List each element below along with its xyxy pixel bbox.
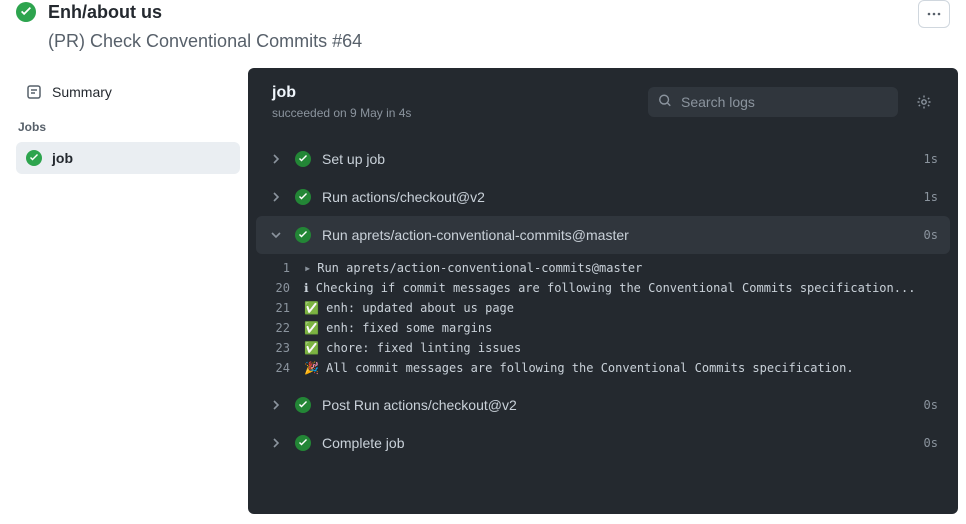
search-input[interactable] [648,87,898,117]
step-duration: 0s [924,398,938,412]
step-status-icon [294,434,312,452]
workflow-status-icon [16,2,36,25]
sidebar: Summary Jobs job [0,68,248,522]
chevron-right-icon [268,435,284,451]
line-number: 22 [268,318,290,338]
log-output: 1 ▸Run aprets/action-conventional-commit… [256,254,950,386]
line-number: 20 [268,278,290,298]
log-panel: job succeeded on 9 May in 4s Set up job … [248,68,958,514]
step-label: Run aprets/action-conventional-commits@m… [322,227,914,243]
line-number: 1 [268,258,290,278]
step-status-icon [294,188,312,206]
step-status-icon [294,396,312,414]
log-line[interactable]: 21 ✅ enh: updated about us page [268,298,938,318]
log-job-meta: succeeded on 9 May in 4s [272,106,636,120]
line-number: 23 [268,338,290,358]
step-row[interactable]: Set up job 1s [256,140,950,178]
main: Summary Jobs job job succeeded on 9 May … [0,68,966,522]
summary-icon [26,84,42,100]
step-label: Post Run actions/checkout@v2 [322,397,914,413]
step-status-icon [294,150,312,168]
line-number: 21 [268,298,290,318]
workflow-title[interactable]: Enh/about us [48,0,950,25]
step-duration: 1s [924,152,938,166]
log-panel-header: job succeeded on 9 May in 4s [248,68,958,140]
gear-icon [916,94,932,110]
step-row[interactable]: Run actions/checkout@v2 1s [256,178,950,216]
sidebar-jobs-heading: Jobs [16,108,240,142]
step-label: Run actions/checkout@v2 [322,189,914,205]
step-label: Set up job [322,151,914,167]
kebab-icon [926,6,942,22]
step-status-icon [294,226,312,244]
job-status-icon [26,150,42,166]
page-header: Enh/about us (PR) Check Conventional Com… [0,0,966,68]
log-line[interactable]: 1 ▸Run aprets/action-conventional-commit… [268,258,938,278]
line-text: ✅ enh: updated about us page [304,298,514,318]
more-actions-button[interactable] [918,0,950,28]
steps-list: Set up job 1s Run actions/checkout@v2 1s… [248,140,958,470]
chevron-right-icon [268,151,284,167]
workflow-run-name[interactable]: (PR) Check Conventional Commits #64 [48,31,950,52]
line-number: 24 [268,358,290,378]
job-label: job [52,150,73,166]
log-job-title: job [272,84,636,102]
log-line[interactable]: 23 ✅ chore: fixed linting issues [268,338,938,358]
log-title-block: job succeeded on 9 May in 4s [272,84,636,120]
chevron-right-icon [268,397,284,413]
chevron-down-icon [268,227,284,243]
log-settings-button[interactable] [910,88,938,116]
line-text: 🎉 All commit messages are following the … [304,358,854,378]
step-duration: 0s [924,228,938,242]
step-row[interactable]: Complete job 0s [256,424,950,462]
step-duration: 1s [924,190,938,204]
log-line[interactable]: 20 ℹ Checking if commit messages are fol… [268,278,938,298]
log-line[interactable]: 22 ✅ enh: fixed some margins [268,318,938,338]
search-icon [658,94,672,111]
line-text: ℹ Checking if commit messages are follow… [304,278,915,298]
line-text: ✅ enh: fixed some margins [304,318,492,338]
log-caret-icon: ▸ [304,258,311,278]
chevron-right-icon [268,189,284,205]
header-titles: Enh/about us (PR) Check Conventional Com… [48,0,950,52]
header-actions [918,0,950,28]
step-row[interactable]: Post Run actions/checkout@v2 0s [256,386,950,424]
step-duration: 0s [924,436,938,450]
step-row[interactable]: Run aprets/action-conventional-commits@m… [256,216,950,254]
sidebar-item-job[interactable]: job [16,142,240,174]
log-line[interactable]: 24 🎉 All commit messages are following t… [268,358,938,378]
search-wrap [648,87,898,117]
summary-label: Summary [52,84,112,100]
line-text: ▸Run aprets/action-conventional-commits@… [304,258,642,278]
line-text: ✅ chore: fixed linting issues [304,338,521,358]
step-label: Complete job [322,435,914,451]
sidebar-item-summary[interactable]: Summary [16,76,240,108]
